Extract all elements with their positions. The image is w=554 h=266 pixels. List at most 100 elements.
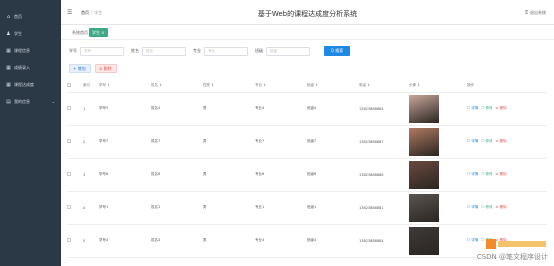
cell-major: 专业4 — [255, 224, 307, 258]
search-input[interactable]: 班级 — [266, 46, 310, 56]
search-input[interactable]: 学号 — [80, 46, 124, 56]
table-header-row: 索引 学号 ⇕ 姓名 ⇕ 性别 ⇕ 专业 ⇕ 班级 ⇕ 电话 ⇕ 头像 ⇕ 操作 — [67, 80, 547, 93]
table-row: 2 学号7 姓名7 男专业7 班级7 13823888887 ☐ 详情 ☐ 修改 ⊘ 删除 — [67, 125, 547, 159]
cell-id: 学号4 — [99, 224, 151, 258]
cell-photo — [409, 92, 467, 126]
detail-button[interactable]: ☐ 详情 — [467, 172, 478, 177]
detail-button[interactable]: ☐ 详情 — [467, 238, 478, 243]
logout-button[interactable]: ⍰ 退出系统 — [525, 10, 546, 16]
edit-button[interactable]: ☐ 修改 — [481, 172, 492, 177]
search-input[interactable]: 姓名 — [142, 46, 186, 56]
student-table: 索引 学号 ⇕ 姓名 ⇕ 性别 ⇕ 专业 ⇕ 班级 ⇕ 电话 ⇕ 头像 ⇕ 操作 1 学号5 姓名4… — [67, 80, 547, 258]
remove-button[interactable]: ⊘ 删除 — [496, 106, 507, 111]
watermark-text: CSDN @笔文程序设计 — [476, 253, 548, 261]
avatar — [409, 193, 439, 222]
sidebar-item[interactable]: ♟ 学生 — [0, 25, 61, 42]
table-row: 5学号4姓名4男专业4班级413823888884☐ 详情☐ 修改⊘ 删除 — [67, 224, 547, 258]
cell-gender: 男 — [203, 191, 255, 225]
cell-major: 专业7 — [255, 125, 307, 159]
search-field: 班级 班级 — [255, 46, 310, 56]
tag-student[interactable]: 学生 × — [89, 28, 108, 37]
cell-id: 学号1 — [99, 191, 151, 225]
cell-phone: 13823888886 — [359, 158, 409, 192]
document-icon: ▤ — [6, 98, 11, 105]
cell-photo — [409, 158, 467, 192]
row-checkbox-cell — [67, 158, 83, 192]
main-panel: Q 搜索 学号 学号 姓名 姓名 专业 专业 班级 班级 + 增加 ⊘ 删除 索引 学号 ⇕ 姓名… — [61, 40, 554, 266]
sidebar-item[interactable]: ▦ 成绩录入 — [0, 59, 61, 76]
sidebar-item-label: 课程信息 — [14, 47, 30, 53]
logout-label: 退出系统 — [530, 10, 546, 15]
row-checkbox-cell — [67, 125, 83, 159]
row-checkbox[interactable] — [67, 205, 71, 209]
sidebar-item-label: 我的信息 — [14, 98, 30, 104]
sidebar-item[interactable]: ▤ 我的信息 ⌄ — [0, 93, 61, 110]
table-header-cell: 性别 ⇕ — [203, 80, 255, 93]
cell-ops: ☐ 详情☐ 修改 ⊘ 删除 — [467, 92, 547, 126]
delete-button[interactable]: ⊘ 删除 — [95, 64, 117, 73]
search-field: 学号 学号 — [69, 46, 124, 56]
row-checkbox-cell — [67, 191, 83, 225]
top-bar: ☰ 首页 / 学生 基于Web的课程达成度分析系统 ⍰ 退出系统 — [61, 0, 554, 25]
cell-cls: 班级1 — [307, 191, 359, 225]
cell-photo — [409, 125, 467, 159]
search-field: 专业 专业 — [193, 46, 248, 56]
watermark-logo — [486, 238, 548, 250]
cell-phone: 13823888884 — [359, 92, 409, 126]
edit-button[interactable]: ☐ 修改 — [481, 106, 492, 111]
cell-name: 姓名4 — [151, 92, 203, 126]
detail-button[interactable]: ☐ 详情 — [467, 205, 478, 210]
cell-major: 专业1 — [255, 191, 307, 225]
cell-gender: 男 — [203, 92, 255, 126]
remove-button[interactable]: ⊘ 删除 — [496, 205, 507, 210]
cell-gender: 男 — [203, 224, 255, 258]
cell-index: 4 — [83, 191, 99, 225]
row-checkbox-cell — [67, 224, 83, 258]
cell-ops: ☐ 详情☐ 修改 ⊘ 删除 — [467, 158, 547, 192]
cell-phone: 13823888881 — [359, 191, 409, 225]
remove-button[interactable]: ⊘ 删除 — [496, 139, 507, 144]
cell-photo — [409, 224, 467, 258]
cell-name: 姓名4 — [151, 224, 203, 258]
row-checkbox[interactable] — [67, 238, 71, 242]
row-checkbox[interactable] — [67, 172, 71, 176]
search-field-label: 学号 — [69, 48, 77, 53]
tags-bar: 系统首页 学生 × — [61, 25, 554, 40]
table-header-cell[interactable] — [67, 80, 83, 93]
detail-button[interactable]: ☐ 详情 — [467, 139, 478, 144]
sidebar-item[interactable]: ▦ 课程达成度 — [0, 76, 61, 93]
table-header-cell: 班级 ⇕ — [307, 80, 359, 93]
add-button[interactable]: + 增加 — [69, 64, 91, 73]
cell-cls: 班级7 — [307, 125, 359, 159]
table-row: 3 学号6 姓名6 男专业6 班级6 13823888886 ☐ 详情 ☐ 修改 ⊘ 删除 — [67, 158, 547, 192]
table-header-cell: 学号 ⇕ — [99, 80, 151, 93]
cell-index: 3 — [83, 158, 99, 192]
cell-photo — [409, 191, 467, 225]
avatar — [409, 226, 439, 255]
cell-major: 专业4 — [255, 92, 307, 126]
table-header-cell: 电话 ⇕ — [359, 80, 409, 93]
sidebar-item-label: 首页 — [14, 13, 22, 19]
cell-id: 学号7 — [99, 125, 151, 159]
edit-button[interactable]: ☐ 修改 — [481, 139, 492, 144]
search-input[interactable]: 专业 — [204, 46, 248, 56]
row-checkbox[interactable] — [67, 139, 71, 143]
table-header-cell: 操作 — [467, 80, 547, 93]
remove-button[interactable]: ⊘ 删除 — [496, 172, 507, 177]
row-checkbox-cell — [67, 92, 83, 126]
grid-icon: ▦ — [6, 47, 11, 54]
table-row: 4 学号1 姓名1 男专业1 班级1 13823888881 ☐ 详情 ☐ 修改 ⊘ 删除 — [67, 191, 547, 225]
edit-button[interactable]: ☐ 修改 — [481, 205, 492, 210]
sidebar-item[interactable]: ▦ 课程信息 — [0, 42, 61, 59]
tag-home[interactable]: 系统首页 — [69, 28, 91, 37]
search-button[interactable]: Q 搜索 — [324, 46, 350, 56]
sidebar-item[interactable]: ⌂ 首页 — [0, 8, 61, 25]
user-icon: ♟ — [6, 30, 11, 37]
avatar — [409, 160, 439, 189]
cell-gender: 男 — [203, 158, 255, 192]
row-checkbox[interactable] — [67, 106, 71, 110]
select-all-checkbox[interactable] — [67, 83, 71, 88]
watermark-logo-icon — [486, 239, 546, 249]
cell-major: 专业6 — [255, 158, 307, 192]
detail-button[interactable]: ☐ 详情 — [467, 106, 478, 111]
